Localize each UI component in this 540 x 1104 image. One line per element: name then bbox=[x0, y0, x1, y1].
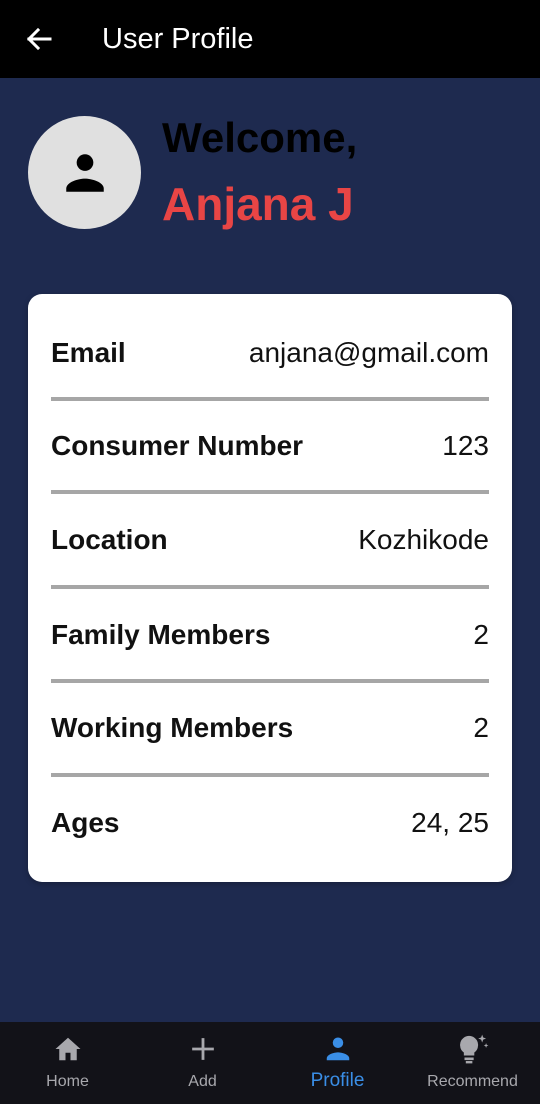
profile-card: Email anjana@gmail.com Consumer Number 1… bbox=[28, 294, 512, 882]
nav-item-recommend[interactable]: Recommend bbox=[405, 1022, 540, 1104]
nav-item-add[interactable]: Add bbox=[135, 1022, 270, 1104]
row-value: 24, 25 bbox=[411, 807, 489, 838]
plus-icon bbox=[191, 1038, 214, 1060]
divider bbox=[51, 397, 489, 401]
divider bbox=[51, 585, 489, 589]
avatar bbox=[28, 116, 141, 229]
nav-item-profile[interactable]: Profile bbox=[270, 1022, 405, 1104]
row-value: 123 bbox=[442, 430, 489, 461]
home-icon bbox=[55, 1037, 80, 1061]
profile-row-location: Location Kozhikode bbox=[51, 510, 489, 570]
row-value: 2 bbox=[473, 712, 489, 743]
row-label: Location bbox=[51, 524, 168, 555]
page-title: User Profile bbox=[102, 23, 254, 55]
user-name: Anjana J bbox=[162, 178, 354, 230]
person-icon bbox=[326, 1037, 349, 1061]
nav-label: Add bbox=[188, 1073, 217, 1090]
welcome-text: Welcome, bbox=[162, 114, 358, 161]
nav-label: Recommend bbox=[427, 1073, 518, 1090]
divider bbox=[51, 773, 489, 777]
back-button[interactable] bbox=[22, 22, 56, 56]
nav-label: Home bbox=[46, 1073, 89, 1090]
app-bar: User Profile bbox=[0, 0, 540, 78]
profile-row-working-members: Working Members 2 bbox=[51, 698, 489, 758]
profile-row-email: Email anjana@gmail.com bbox=[51, 323, 489, 383]
row-label: Family Members bbox=[51, 619, 271, 650]
divider bbox=[51, 679, 489, 683]
bottom-navigation: Home Add Profile Recommend bbox=[0, 1022, 540, 1104]
lightbulb-icon bbox=[459, 1034, 488, 1064]
row-value: anjana@gmail.com bbox=[248, 337, 489, 368]
nav-label: Profile bbox=[310, 1070, 365, 1091]
profile-row-family-members: Family Members 2 bbox=[51, 605, 489, 665]
arrow-back-icon bbox=[26, 27, 52, 51]
row-value: 2 bbox=[473, 619, 489, 650]
divider bbox=[51, 490, 489, 494]
row-label: Email bbox=[51, 337, 126, 368]
row-label: Ages bbox=[51, 807, 120, 838]
person-icon bbox=[65, 153, 104, 192]
nav-item-home[interactable]: Home bbox=[0, 1022, 135, 1104]
row-label: Working Members bbox=[51, 712, 294, 743]
row-label: Consumer Number bbox=[51, 430, 304, 461]
row-value: Kozhikode bbox=[358, 524, 489, 555]
profile-row-consumer-number: Consumer Number 123 bbox=[51, 416, 489, 476]
profile-row-ages: Ages 24, 25 bbox=[51, 793, 489, 853]
